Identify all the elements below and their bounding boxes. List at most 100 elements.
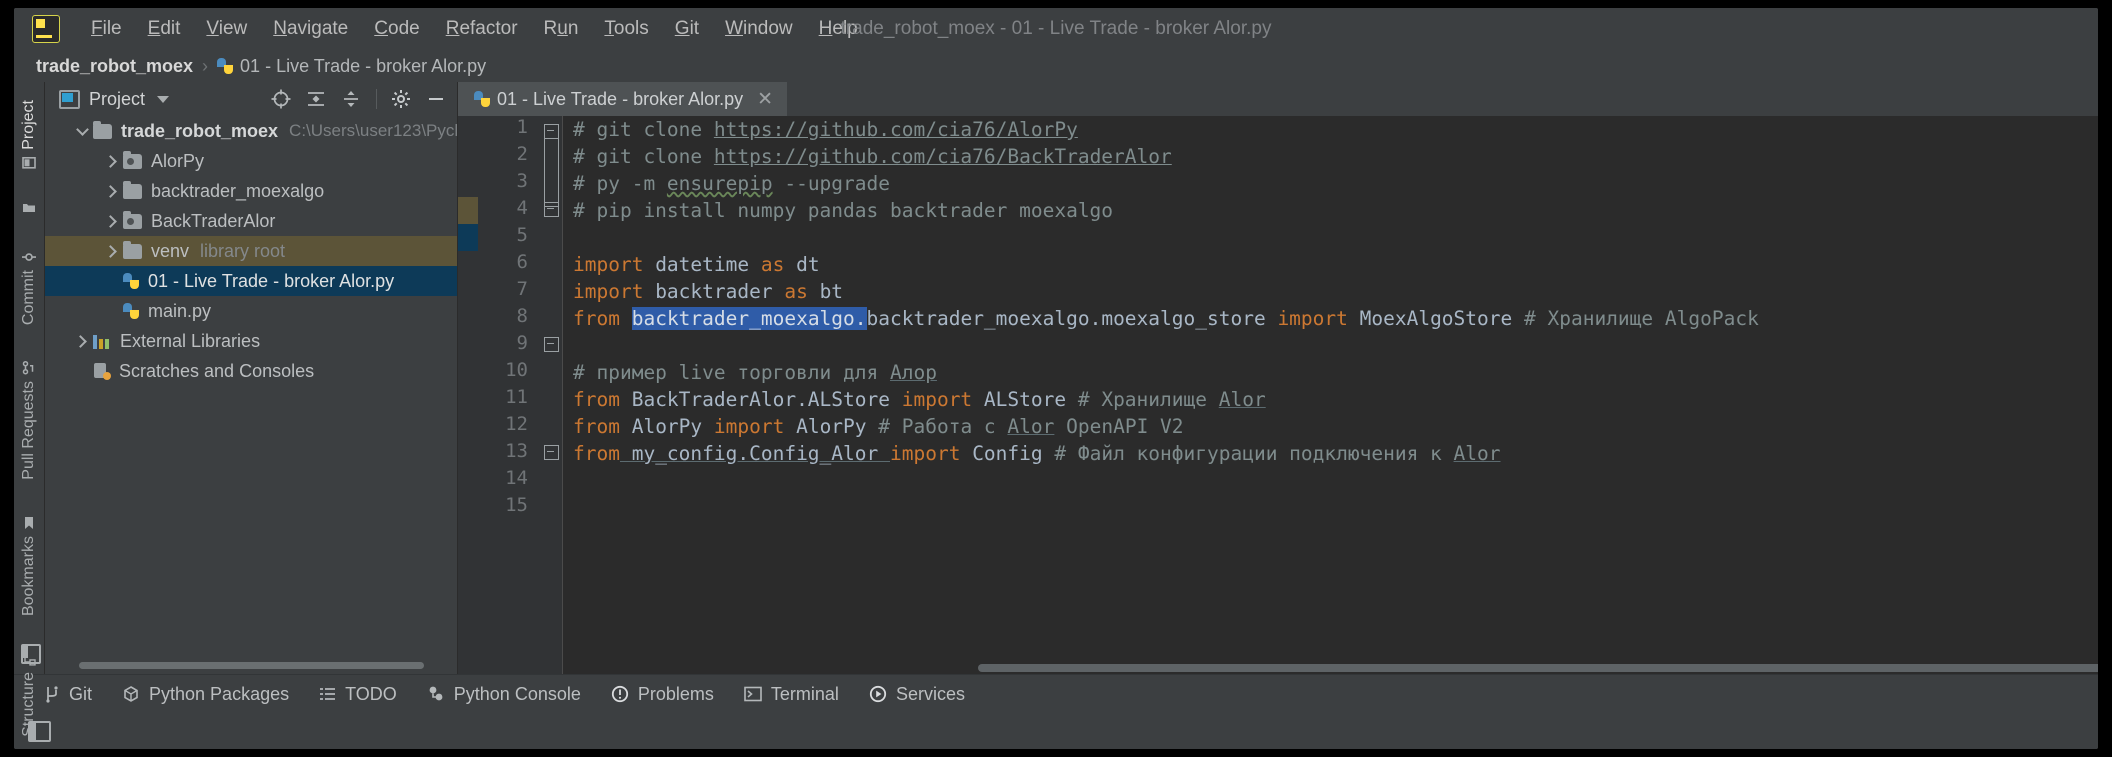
tree-row-trade-robot-moex[interactable]: trade_robot_moex C:\Users\user123\Pychar… <box>45 116 457 146</box>
code-comment: # пример live торговли для <box>573 361 890 384</box>
tool-button-git[interactable]: Git <box>44 684 92 705</box>
rail-item-project[interactable]: Project <box>20 100 38 170</box>
tree-row-venv[interactable]: venv library root <box>45 236 457 266</box>
tool-button-python-packages[interactable]: Python Packages <box>122 684 289 705</box>
code-folding-gutter[interactable] <box>540 116 563 674</box>
line-number: 1 <box>516 116 528 138</box>
tree-row-backtrader-moexalgo[interactable]: backtrader_moexalgo <box>45 176 457 206</box>
code-keyword: import <box>713 415 785 438</box>
fold-collapse-icon[interactable] <box>544 445 559 460</box>
line-number: 3 <box>516 170 528 192</box>
layout-toggle-icon[interactable] <box>28 720 51 742</box>
editor-area: 01 - Live Trade - broker Alor.py ✕ 1 2 3… <box>457 82 2098 674</box>
tool-button-terminal[interactable]: Terminal <box>744 684 839 705</box>
tool-button-python-console[interactable]: Python Console <box>427 684 581 705</box>
project-tree[interactable]: trade_robot_moex C:\Users\user123\Pychar… <box>45 116 457 660</box>
line-number: 2 <box>516 143 528 165</box>
code-text[interactable]: # git clone https://github.com/cia76/Alo… <box>563 116 2098 674</box>
menu-code[interactable]: Code <box>361 16 432 42</box>
collapse-all-icon[interactable] <box>340 88 362 110</box>
menu-tools[interactable]: Tools <box>591 16 661 42</box>
tree-label: 01 - Live Trade - broker Alor.py <box>148 270 395 291</box>
tree-row-backtraderalor[interactable]: BackTraderAlor <box>45 206 457 236</box>
services-icon <box>869 685 887 703</box>
chevron-right-icon[interactable] <box>101 184 123 198</box>
tree-row-main-py[interactable]: main.py <box>45 296 457 326</box>
code-comment: --upgrade <box>772 172 890 195</box>
menu-window[interactable]: Window <box>712 16 806 42</box>
breadcrumb-project[interactable]: trade_robot_moex <box>36 56 193 77</box>
tool-button-services[interactable]: Services <box>869 684 965 705</box>
code-keyword: as <box>784 280 808 303</box>
hide-panel-icon[interactable] <box>425 88 447 110</box>
close-icon[interactable]: ✕ <box>757 88 773 111</box>
code-line-13: from my_config.Config_Alor import Config… <box>573 440 2098 467</box>
fold-region-line <box>544 136 559 207</box>
project-panel-hscrollbar[interactable] <box>79 660 457 670</box>
menu-edit[interactable]: Edit <box>135 16 194 42</box>
project-panel-title: Project <box>89 88 146 109</box>
chevron-right-icon[interactable] <box>101 244 123 258</box>
left-tool-rail: Project Commit Pull Requests Bookmarks S… <box>14 82 45 737</box>
code-line-10: # пример live торговли для Алор <box>573 359 2098 386</box>
code-module: datetime <box>643 253 761 276</box>
fold-collapse-icon[interactable] <box>544 202 559 217</box>
code-selection: backtrader_moexalgo. <box>631 307 867 330</box>
menu-git[interactable]: Git <box>662 16 712 42</box>
code-class: ALStore <box>972 388 1067 411</box>
chevron-right-icon[interactable] <box>101 214 123 228</box>
expand-all-icon[interactable] <box>305 88 327 110</box>
settings-gear-icon[interactable] <box>390 88 412 110</box>
tree-row-alorpy[interactable]: AlorPy <box>45 146 457 176</box>
rail-item-folder[interactable] <box>22 194 36 214</box>
code-comment: OpenAPI V2 <box>1054 415 1184 438</box>
code-keyword: as <box>760 253 785 276</box>
scrollbar-thumb[interactable] <box>978 664 2098 672</box>
menu-refactor[interactable]: Refactor <box>433 16 531 42</box>
tree-row-live-trade-file[interactable]: 01 - Live Trade - broker Alor.py <box>45 266 457 296</box>
code-url-link[interactable]: https://github.com/cia76/AlorPy <box>714 118 1078 141</box>
layout-toggle-icon[interactable] <box>21 644 41 664</box>
editor-tab[interactable]: 01 - Live Trade - broker Alor.py ✕ <box>458 82 788 116</box>
code-keyword: from <box>573 415 620 438</box>
commit-icon <box>22 252 36 261</box>
menu-run[interactable]: Run <box>531 16 592 42</box>
code-module: BackTraderAlor.ALStore <box>619 388 902 411</box>
code-typo-word: ensurepip <box>666 172 773 195</box>
code-keyword: import <box>901 388 973 411</box>
menu-help[interactable]: Help <box>806 16 871 42</box>
tree-row-external-libraries[interactable]: External Libraries <box>45 326 457 356</box>
rail-item-pull-requests[interactable]: Pull Requests <box>20 361 38 480</box>
rail-item-bookmarks[interactable]: Bookmarks <box>20 516 38 616</box>
tree-label: BackTraderAlor <box>151 210 276 231</box>
code-line-6: import datetime as dt <box>573 251 2098 278</box>
code-editor[interactable]: 1 2 3 4 5 6 7 8 9 10 11 12 13 14 15 # gi… <box>458 116 2098 674</box>
window-title: trade_robot_moex - 01 - Live Trade - bro… <box>840 18 1272 39</box>
menu-file[interactable]: File <box>78 16 135 42</box>
chevron-down-icon[interactable] <box>157 95 170 103</box>
tree-label: AlorPy <box>151 150 205 171</box>
select-opened-file-icon[interactable] <box>270 88 292 110</box>
breadcrumb-file[interactable]: 01 - Live Trade - broker Alor.py <box>240 56 486 77</box>
menu-view[interactable]: View <box>193 16 260 42</box>
tool-button-label: TODO <box>345 683 397 704</box>
fold-collapse-icon[interactable] <box>544 337 559 352</box>
editor-hscrollbar[interactable] <box>458 662 2098 674</box>
tool-button-problems[interactable]: Problems <box>611 684 714 705</box>
tool-button-label: Python Console <box>453 683 581 704</box>
code-url-link[interactable]: https://github.com/cia76/BackTraderAlor <box>714 145 1172 168</box>
menu-navigate[interactable]: Navigate <box>260 16 361 42</box>
code-module: backtrader_moexalgo.moexalgo_store <box>866 307 1278 330</box>
python-packages-icon <box>122 685 140 703</box>
scrollbar-thumb[interactable] <box>79 662 424 669</box>
python-file-icon <box>474 90 490 108</box>
tool-button-todo[interactable]: TODO <box>319 684 397 705</box>
rail-item-commit[interactable]: Commit <box>20 250 38 325</box>
chevron-right-icon[interactable] <box>71 334 93 348</box>
line-number: 4 <box>516 197 528 219</box>
chevron-right-icon[interactable] <box>101 154 123 168</box>
chevron-expanded-icon[interactable] <box>71 122 93 136</box>
tree-row-scratches-and-consoles[interactable]: Scratches and Consoles <box>45 356 457 386</box>
